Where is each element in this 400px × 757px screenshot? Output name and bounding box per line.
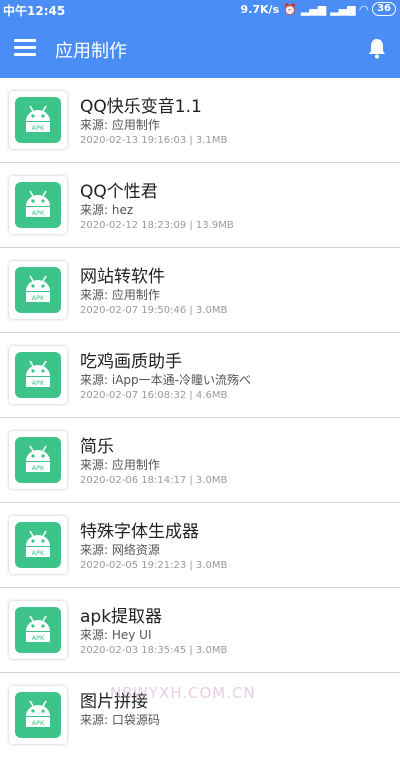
app-name: QQ个性君 — [80, 182, 158, 202]
app-name: apk提取器 — [80, 607, 163, 627]
apk-badge: APK — [32, 379, 45, 387]
apk-thumbnail: APK — [9, 516, 67, 574]
app-meta: 2020-02-06 18:14:17 | 3.0MB — [80, 475, 228, 486]
android-apk-icon: APK — [26, 700, 50, 727]
app-source: 来源: 应用制作 — [80, 118, 160, 132]
android-apk-icon: APK — [26, 360, 50, 387]
apk-tile: APK — [15, 352, 61, 398]
app-meta: 2020-02-12 18:23:09 | 13.9MB — [80, 220, 234, 231]
wifi-icon: ◠ — [359, 2, 369, 16]
list-item[interactable]: APK 吃鸡画质助手 来源: iApp一本通-冷瞳い流殇べ 2020-02-07… — [0, 333, 400, 418]
apk-badge: APK — [32, 634, 45, 642]
alarm-icon: ⏰ — [283, 2, 297, 16]
list-item[interactable]: APK 特殊字体生成器 来源: 网络资源 2020-02-05 19:21:23… — [0, 503, 400, 588]
app-toolbar: 应用制作 — [0, 20, 400, 78]
signal-icon: ▂▄▆ — [300, 2, 327, 16]
apk-badge: APK — [32, 719, 45, 727]
app-source: 来源: Hey UI — [80, 628, 152, 642]
app-meta: 2020-02-07 19:50:46 | 3.0MB — [80, 305, 228, 316]
android-apk-icon: APK — [26, 105, 50, 132]
status-bar: 中午12:45 9.7K/s ⏰ ▂▄▆ ▂▄▆ ◠ 36 — [0, 0, 400, 20]
apk-thumbnail: APK — [9, 261, 67, 319]
app-source: 来源: 应用制作 — [80, 458, 160, 472]
apk-badge: APK — [32, 549, 45, 557]
app-name: 吃鸡画质助手 — [80, 352, 182, 372]
apk-badge: APK — [32, 124, 45, 132]
apk-thumbnail: APK — [9, 431, 67, 489]
list-item[interactable]: APK apk提取器 来源: Hey UI 2020-02-03 18:35:4… — [0, 588, 400, 673]
android-apk-icon: APK — [26, 530, 50, 557]
app-source: 来源: 口袋源码 — [80, 713, 160, 727]
app-name: 特殊字体生成器 — [80, 522, 199, 542]
apk-badge: APK — [32, 294, 45, 302]
android-apk-icon: APK — [26, 445, 50, 472]
notification-bell-icon[interactable] — [367, 37, 387, 59]
app-name: 网站转软件 — [80, 267, 165, 287]
app-list: APK QQ快乐变音1.1 来源: 应用制作 2020-02-13 19:16:… — [0, 78, 400, 757]
apk-thumbnail: APK — [9, 346, 67, 404]
apk-tile: APK — [15, 182, 61, 228]
app-meta: 2020-02-03 18:35:45 | 3.0MB — [80, 645, 228, 656]
apk-tile: APK — [15, 692, 61, 738]
net-speed: 9.7K/s — [240, 2, 280, 16]
list-item[interactable]: APK QQ个性君 来源: hez 2020-02-12 18:23:09 | … — [0, 163, 400, 248]
apk-tile: APK — [15, 522, 61, 568]
app-name: 简乐 — [80, 437, 114, 457]
apk-tile: APK — [15, 437, 61, 483]
page-title: 应用制作 — [55, 41, 127, 62]
watermark: NBWYXH.COM.CN — [110, 684, 256, 702]
status-right: 9.7K/s ⏰ ▂▄▆ ▂▄▆ ◠ 36 — [241, 2, 396, 16]
app-meta: 2020-02-07 16:08:32 | 4.6MB — [80, 390, 228, 401]
apk-thumbnail: APK — [9, 686, 67, 744]
app-meta: 2020-02-05 19:21:23 | 3.0MB — [80, 560, 228, 571]
list-item[interactable]: APK 网站转软件 来源: 应用制作 2020-02-07 19:50:46 |… — [0, 248, 400, 333]
app-source: 来源: 应用制作 — [80, 288, 160, 302]
status-time: 中午12:45 — [3, 4, 66, 18]
android-apk-icon: APK — [26, 190, 50, 217]
list-item[interactable]: APK 简乐 来源: 应用制作 2020-02-06 18:14:17 | 3.… — [0, 418, 400, 503]
battery-indicator: 36 — [372, 2, 396, 16]
app-name: QQ快乐变音1.1 — [80, 97, 202, 117]
signal-icon-2: ▂▄▆ — [330, 2, 356, 16]
app-source: 来源: 网络资源 — [80, 543, 160, 557]
apk-tile: APK — [15, 267, 61, 313]
android-apk-icon: APK — [26, 615, 50, 642]
app-source: 来源: hez — [80, 203, 134, 217]
apk-tile: APK — [15, 607, 61, 653]
apk-tile: APK — [15, 97, 61, 143]
apk-badge: APK — [32, 209, 45, 217]
android-apk-icon: APK — [26, 275, 50, 302]
apk-badge: APK — [32, 464, 45, 472]
app-source: 来源: iApp一本通-冷瞳い流殇べ — [80, 373, 251, 387]
apk-thumbnail: APK — [9, 601, 67, 659]
app-meta: 2020-02-13 19:16:03 | 3.1MB — [80, 135, 228, 146]
menu-icon[interactable] — [14, 39, 36, 57]
list-item[interactable]: APK QQ快乐变音1.1 来源: 应用制作 2020-02-13 19:16:… — [0, 78, 400, 163]
apk-thumbnail: APK — [9, 176, 67, 234]
apk-thumbnail: APK — [9, 91, 67, 149]
